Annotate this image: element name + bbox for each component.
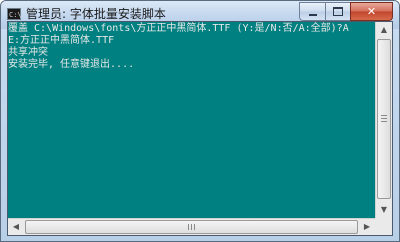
scroll-down-icon[interactable]: ▼	[376, 202, 392, 218]
window-title: 管理员: 字体批量安装脚本	[26, 7, 166, 21]
horizontal-scrollbar[interactable]: ◀ ▶	[8, 218, 375, 235]
minimize-button[interactable]	[299, 2, 325, 21]
console-line: 共享冲突	[8, 47, 48, 58]
horizontal-scroll-thumb[interactable]	[25, 220, 358, 234]
grip-icon	[187, 224, 196, 230]
console-line: E:方正正中黑简体.TTF	[8, 35, 115, 46]
scroll-left-icon[interactable]: ◀	[8, 219, 24, 235]
scroll-right-icon[interactable]: ▶	[359, 219, 375, 235]
console-client-area: 覆盖 C:\Windows\fonts\方正正中黑简体.TTF (Y:是/N:否…	[7, 21, 393, 236]
close-icon: ✕	[366, 5, 377, 18]
maximize-button[interactable]	[325, 2, 350, 21]
console-line: 覆盖 C:\Windows\fonts\方正正中黑简体.TTF (Y:是/N:否…	[8, 23, 349, 34]
console-output[interactable]: 覆盖 C:\Windows\fonts\方正正中黑简体.TTF (Y:是/N:否…	[8, 22, 376, 218]
minimize-icon	[308, 14, 317, 16]
close-button[interactable]: ✕	[350, 2, 393, 21]
size-grip-corner	[375, 218, 392, 235]
vertical-scrollbar[interactable]: ▲ ▼	[375, 22, 392, 218]
console-window: C:\ 管理员: 字体批量安装脚本 ✕ 覆盖 C:\Windows\fonts\…	[0, 0, 400, 242]
maximize-icon	[333, 7, 343, 16]
vertical-scroll-thumb[interactable]	[377, 39, 391, 199]
command-prompt-icon[interactable]: C:\	[7, 8, 22, 20]
caption-buttons: ✕	[299, 2, 393, 21]
grip-icon	[381, 115, 387, 123]
console-line: 安装完毕, 任意键退出....	[8, 59, 135, 70]
scroll-up-icon[interactable]: ▲	[376, 22, 392, 38]
